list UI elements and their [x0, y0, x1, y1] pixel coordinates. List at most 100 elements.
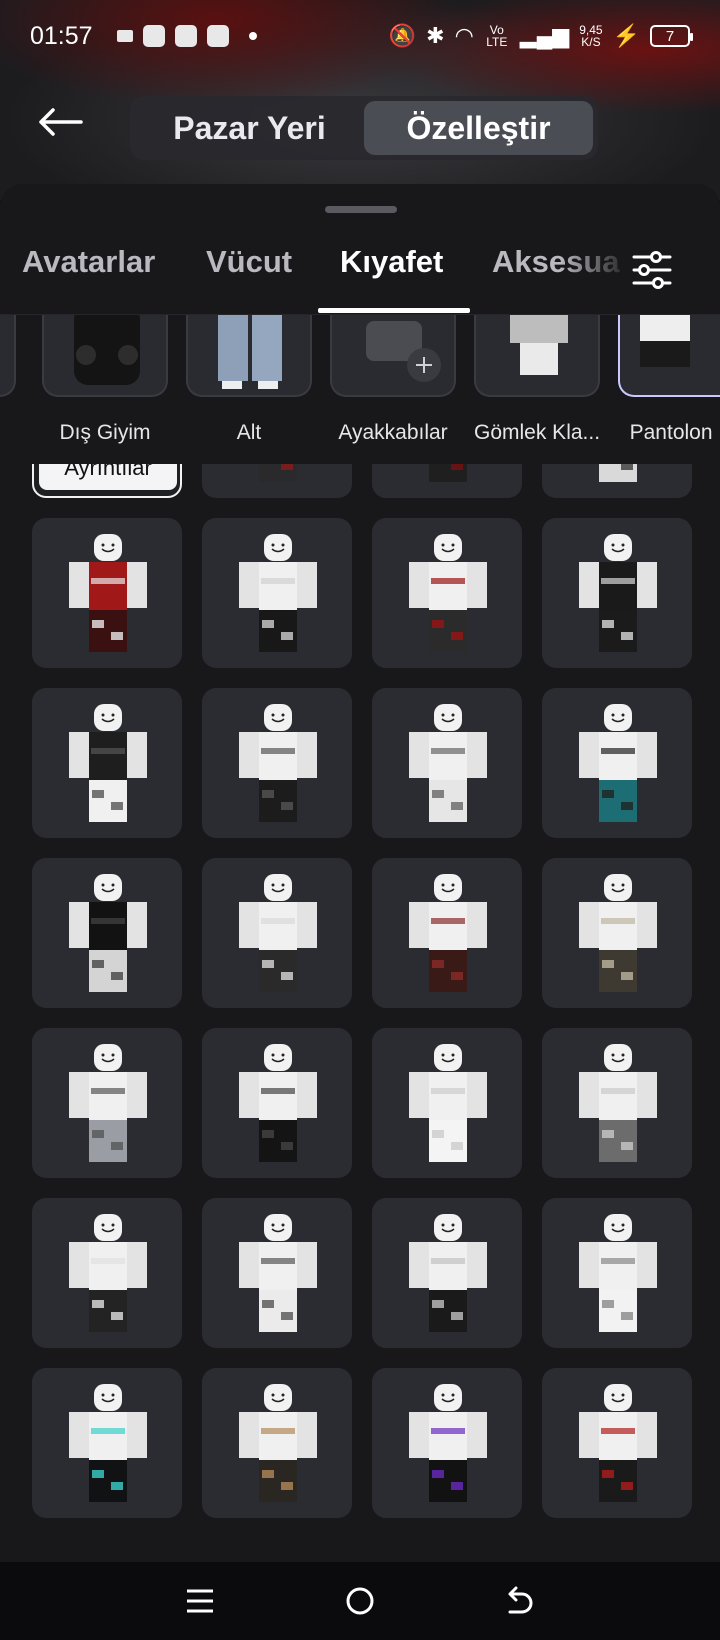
- arrow-left-icon: [39, 108, 83, 136]
- avatar-thumbnail: [579, 1384, 657, 1502]
- subcategory-thumbnail: [42, 315, 168, 397]
- subcategory-label: Gömlek Kla...: [474, 421, 601, 444]
- clothing-item-tile[interactable]: [202, 1028, 352, 1178]
- clothing-item-tile[interactable]: [202, 464, 352, 498]
- charging-icon: ⚡: [612, 23, 640, 48]
- segment-marketplace[interactable]: Pazar Yeri: [135, 101, 364, 155]
- shirt-thumbnail: [510, 315, 568, 375]
- active-tab-indicator: [318, 308, 470, 313]
- tab-clothing[interactable]: Kıyafet: [340, 244, 443, 280]
- avatar-thumbnail: [409, 704, 487, 822]
- subcategory-thumbnail: [0, 315, 16, 397]
- avatar-thumbnail: [579, 1044, 657, 1162]
- subcategory-item-classic-pants[interactable]: Pantolon K: [618, 315, 720, 445]
- clothing-item-tile[interactable]: [202, 858, 352, 1008]
- network-type: Vo LTE: [486, 23, 508, 49]
- avatar-thumbnail: [239, 1044, 317, 1162]
- jacket-thumbnail: [74, 315, 140, 385]
- subcategory-row: Dış Giyim Alt Ayakkabılar Gömlek Kla... …: [0, 314, 720, 449]
- drag-handle[interactable]: [325, 206, 397, 213]
- avatar-thumbnail: [239, 534, 317, 652]
- tab-avatars[interactable]: Avatarlar: [22, 244, 155, 280]
- mute-icon: 🔕: [388, 23, 417, 48]
- details-button[interactable]: Ayrıntılar: [39, 464, 177, 490]
- menu-button[interactable]: [175, 1576, 225, 1626]
- clothing-item-tile[interactable]: [542, 1368, 692, 1518]
- clothing-item-tile[interactable]: [202, 688, 352, 838]
- pants-thumbnail: [640, 315, 690, 367]
- subcategory-label: Alt: [236, 421, 262, 444]
- battery-icon: 7: [650, 25, 693, 47]
- more-notifications-dot: [248, 32, 257, 40]
- clothing-item-tile[interactable]: [542, 518, 692, 668]
- home-button[interactable]: [335, 1576, 385, 1626]
- avatar-thumbnail: [409, 534, 487, 652]
- clothing-item-tile[interactable]: [32, 518, 182, 668]
- subcategory-item-outerwear[interactable]: Dış Giyim: [42, 315, 168, 445]
- avatar-thumbnail: [409, 1044, 487, 1162]
- clothing-item-tile[interactable]: [372, 1028, 522, 1178]
- subcategory-item-shoes[interactable]: Ayakkabılar: [330, 315, 456, 445]
- clothing-item-tile[interactable]: [372, 1368, 522, 1518]
- bluetooth-icon: ✱: [426, 23, 445, 48]
- item-grid: Ayrıntılar: [0, 464, 720, 1564]
- app-notification-icon: [174, 25, 197, 47]
- avatar-thumbnail: [579, 1214, 657, 1332]
- avatar-thumbnail: [409, 1214, 487, 1332]
- clothing-item-tile[interactable]: [542, 464, 692, 498]
- avatar-thumbnail: [239, 874, 317, 992]
- snapchat-icon: [142, 25, 165, 47]
- subcategory-item-classic-shirt[interactable]: Gömlek Kla...: [474, 315, 600, 445]
- tab-body[interactable]: Vücut: [206, 244, 292, 280]
- subcategory-item-partial[interactable]: [0, 315, 16, 397]
- network-speed: 9,45 K/S: [579, 24, 602, 48]
- clothing-item-tile[interactable]: [372, 858, 522, 1008]
- customize-panel: Avatarlar Vücut Kıyafet Aksesua Dış Giyi…: [0, 184, 720, 1564]
- subcategory-thumbnail: [474, 315, 600, 397]
- clothing-item-tile[interactable]: [32, 688, 182, 838]
- clothing-item-tile[interactable]: [372, 1198, 522, 1348]
- subcategory-label: Ayakkabılar: [338, 421, 448, 444]
- avatar-thumbnail: [69, 1214, 147, 1332]
- filter-button[interactable]: [630, 248, 674, 292]
- segment-customize[interactable]: Özelleştir: [364, 101, 593, 155]
- clothing-item-tile[interactable]: [542, 1028, 692, 1178]
- avatar-thumbnail: [239, 704, 317, 822]
- avatar-thumbnail: [69, 534, 147, 652]
- subcategory-label: Dış Giyim: [59, 421, 151, 444]
- avatar-thumbnail: [239, 1214, 317, 1332]
- avatar-thumbnail: [409, 1384, 487, 1502]
- clothing-item-tile[interactable]: [202, 1368, 352, 1518]
- clothing-item-tile[interactable]: [32, 858, 182, 1008]
- clothing-item-tile[interactable]: [32, 1368, 182, 1518]
- avatar-thumbnail: [579, 874, 657, 992]
- clothing-item-tile[interactable]: [372, 464, 522, 498]
- message-icon: [116, 30, 133, 42]
- clothing-item-tile[interactable]: [542, 1198, 692, 1348]
- clothing-item-tile[interactable]: Ayrıntılar: [32, 464, 182, 498]
- clothing-item-tile[interactable]: [32, 1028, 182, 1178]
- clothing-item-tile[interactable]: [372, 518, 522, 668]
- clothing-item-tile[interactable]: [202, 1198, 352, 1348]
- home-circle-icon: [346, 1587, 374, 1615]
- back-nav-button[interactable]: [495, 1576, 545, 1626]
- avatar-thumbnail: [69, 1384, 147, 1502]
- clothing-item-tile[interactable]: [542, 688, 692, 838]
- clothing-item-tile[interactable]: [32, 1198, 182, 1348]
- app-notification-icon: [206, 25, 229, 47]
- wifi-icon: ◠: [454, 23, 474, 48]
- status-time: 01:57: [30, 21, 93, 50]
- clothing-item-tile[interactable]: [372, 688, 522, 838]
- clothing-item-tile[interactable]: [202, 518, 352, 668]
- avatar-thumbnail: [69, 704, 147, 822]
- clothing-item-tile[interactable]: [542, 858, 692, 1008]
- subcategory-thumbnail: [618, 315, 720, 397]
- subcategory-item-bottoms[interactable]: Alt: [186, 315, 312, 445]
- back-button[interactable]: [32, 100, 88, 144]
- top-bar: Pazar Yeri Özelleştir: [0, 92, 720, 162]
- avatar-thumbnail: [579, 704, 657, 822]
- avatar-thumbnail: [429, 464, 467, 482]
- shoe-thumbnail: [366, 321, 441, 382]
- status-bar: 01:57 🔕 ✱ ◠ Vo LTE ▂▄▆ 9,45 K/S ⚡ 7: [0, 0, 720, 72]
- sliders-icon: [632, 251, 672, 289]
